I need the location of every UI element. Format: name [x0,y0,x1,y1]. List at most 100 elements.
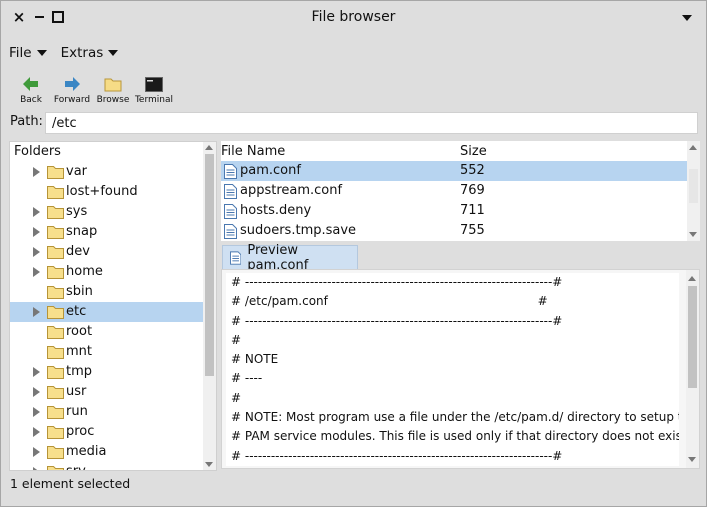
path-label: Path: [10,114,43,129]
preview-line: # /etc/pam.conf # [231,294,548,309]
browse-label: Browse [96,95,130,105]
menu-file-label: File [9,45,32,61]
preview-line: # PAM service modules. This file is used… [231,429,679,444]
document-icon [224,204,237,219]
preview-pane: # --------------------------------------… [221,269,700,469]
folder-icon [47,226,64,239]
expand-triangle-icon[interactable] [33,407,40,417]
preview-scrollbar[interactable] [686,270,699,468]
folder-item-label: root [66,324,93,339]
file-table-scrollbar[interactable] [687,141,700,241]
folder-item[interactable]: home [10,262,216,282]
tab-preview-label: Preview pam.conf [247,242,309,273]
scrollbar-thumb[interactable] [205,154,214,376]
scroll-up-icon[interactable] [689,145,697,150]
folder-icon [47,266,64,279]
file-size: 711 [460,203,485,218]
menu-extras-label: Extras [60,45,104,61]
tab-preview[interactable]: Preview pam.conf [222,243,358,273]
back-button[interactable]: Back [11,75,51,105]
expand-triangle-icon[interactable] [33,267,40,277]
folder-item[interactable]: sbin [10,282,216,302]
menu-extras[interactable]: Extras [61,43,119,63]
scrollbar-thumb[interactable] [688,286,697,388]
path-input[interactable] [45,112,698,134]
file-name: appstream.conf [240,183,343,198]
scroll-down-icon[interactable] [689,232,697,237]
folder-icon [47,206,64,219]
file-row[interactable]: pam.conf 552 [221,161,700,181]
folder-item[interactable]: run [10,402,216,422]
document-icon [224,164,237,179]
scrollbar-thumb[interactable] [689,169,698,203]
expand-triangle-icon[interactable] [33,427,40,437]
folder-item-label: usr [66,384,87,399]
folder-item[interactable]: proc [10,422,216,442]
expand-triangle-icon[interactable] [33,447,40,457]
preview-line: # --------------------------------------… [231,275,563,289]
folder-icon [47,346,64,359]
expand-triangle-icon[interactable] [33,307,40,317]
folder-item[interactable]: mnt [10,342,216,362]
file-row[interactable]: appstream.conf 769 [221,181,700,201]
column-file-name[interactable]: File Name [221,144,285,159]
folder-item[interactable]: dev [10,242,216,262]
back-label: Back [20,95,42,105]
terminal-label: Terminal [134,95,174,105]
terminal-button[interactable]: Terminal [134,75,174,105]
expand-triangle-icon[interactable] [33,207,40,217]
folder-item-label: srv [66,464,86,470]
file-browser-window: × File browser File Extras Back Forward [0,0,707,507]
expand-triangle-icon[interactable] [33,387,40,397]
folder-item[interactable]: media [10,442,216,462]
browse-button[interactable]: Browse [93,75,133,105]
expand-triangle-icon[interactable] [33,167,40,177]
scroll-down-icon[interactable] [205,462,213,467]
folder-item-label: etc [66,304,87,319]
folder-item[interactable]: sys [10,202,216,222]
expand-triangle-icon[interactable] [33,367,40,377]
column-size[interactable]: Size [460,144,487,159]
folder-item[interactable]: tmp [10,362,216,382]
folder-item-label: mnt [66,344,92,359]
scroll-down-icon[interactable] [688,457,696,462]
expand-triangle-icon[interactable] [33,467,40,470]
folder-tree: Folders var lost+found sys snap dev home sbin e… [9,141,217,471]
folder-item-label: proc [66,424,95,439]
scroll-up-icon[interactable] [688,276,696,281]
folder-item[interactable]: root [10,322,216,342]
preview-line: # NOTE: Most program use a file under th… [231,410,679,425]
scroll-up-icon[interactable] [205,145,213,150]
preview-text[interactable]: # --------------------------------------… [226,273,679,466]
folder-item-label: media [66,444,107,459]
title-bar: × File browser [1,1,706,35]
folder-item[interactable]: lost+found [10,182,216,202]
file-row[interactable]: sudoers.tmp.save 755 [221,221,700,241]
folder-item-label: snap [66,224,98,239]
folder-item[interactable]: var [10,162,216,182]
document-icon [224,184,237,199]
folder-icon [47,446,64,459]
file-name: sudoers.tmp.save [240,223,357,238]
window-menu-icon[interactable] [682,15,692,21]
folder-item[interactable]: usr [10,382,216,402]
preview-line: # --------------------------------------… [231,313,563,328]
preview-line: # ---- [231,371,263,386]
arrow-right-icon [62,75,82,93]
expand-triangle-icon[interactable] [33,247,40,257]
folder-item[interactable]: srv [10,462,216,470]
window-title: File browser [311,9,396,25]
forward-button[interactable]: Forward [52,75,92,105]
folder-item[interactable]: etc [10,302,216,322]
folder-item-label: run [66,404,88,419]
folder-icon [47,326,64,339]
folder-item[interactable]: snap [10,222,216,242]
expand-triangle-icon[interactable] [33,227,40,237]
file-size: 755 [460,223,485,238]
folder-icon [47,186,64,199]
folder-item-label: sys [66,204,88,219]
file-row[interactable]: hosts.deny 711 [221,201,700,221]
preview-line: # [231,390,242,405]
folder-tree-scrollbar[interactable] [203,142,216,470]
menu-file[interactable]: File [9,43,47,63]
